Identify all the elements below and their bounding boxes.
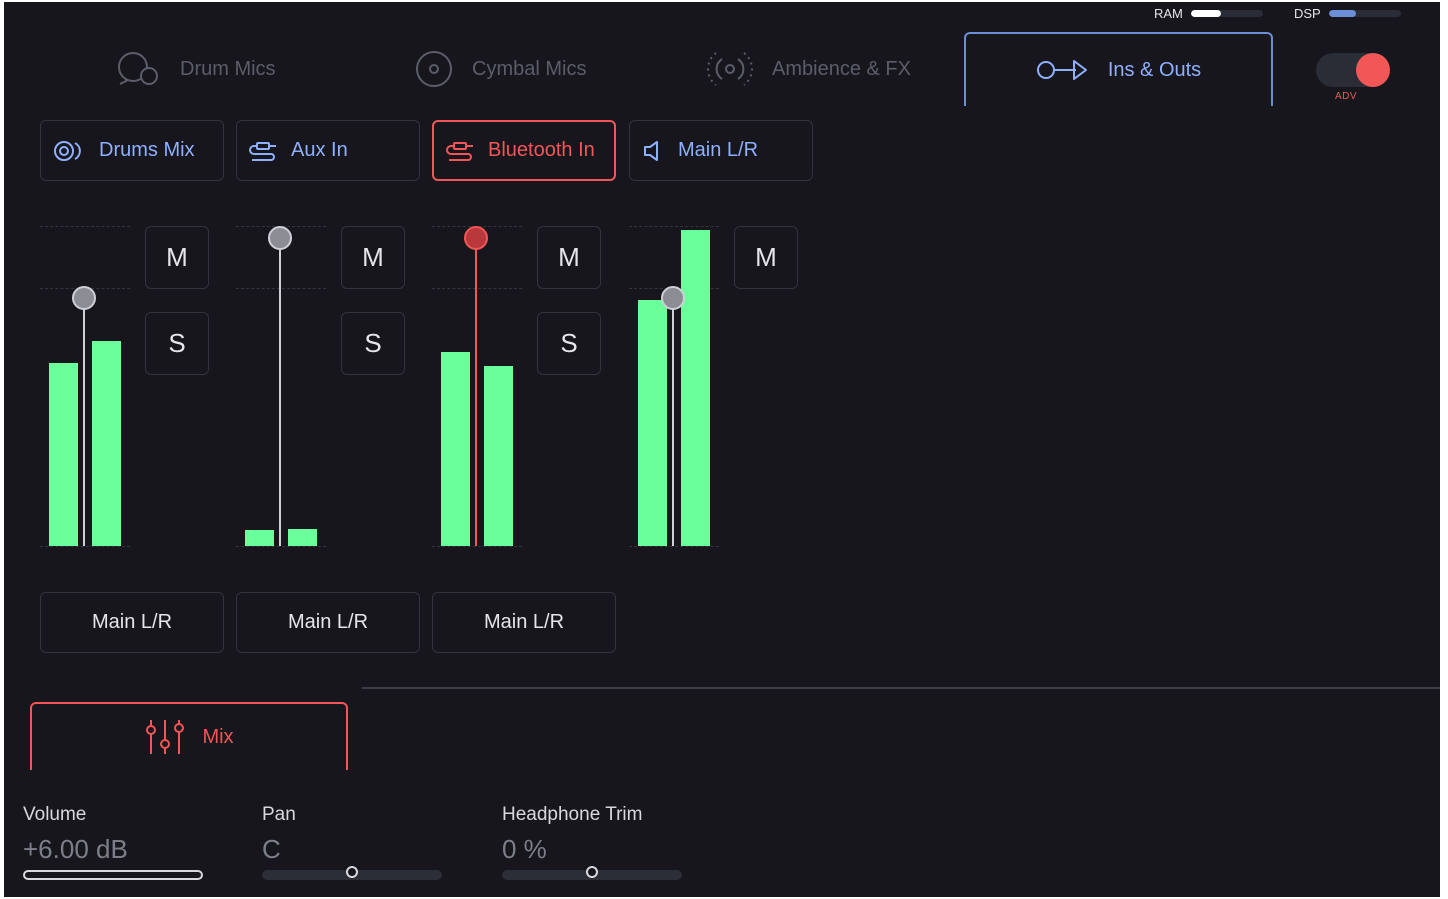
meter-bar-left [49,363,78,546]
meter-gridline [629,226,719,227]
meter-bar-right [92,341,121,546]
headphone-trim-label: Headphone Trim [502,804,643,825]
headphone-trim-value[interactable]: 0 % [502,834,682,865]
tab-mix-label: Mix [202,725,234,748]
tab-cymbal-mics[interactable]: Cymbal Mics [414,32,586,106]
fader-knob[interactable] [464,226,488,250]
mute-button[interactable]: M [537,226,601,289]
meter-gridline [629,546,719,547]
channel-tab-main-lr-label: Main L/R [678,139,759,161]
tab-drum-mics[interactable]: Drum Mics [116,32,276,106]
fader-track [672,298,674,546]
volume-value[interactable]: +6.00 dB [23,834,203,865]
output-button-drums-mix[interactable]: Main L/R [40,592,224,653]
mute-button[interactable]: M [734,226,798,289]
fader-knob[interactable] [268,226,292,250]
pan-slider-knob[interactable] [346,866,358,878]
headphone-trim-control: Headphone Trim 0 % [502,804,682,880]
channel-strip-aux-in: M S [236,222,416,552]
solo-button[interactable]: S [341,312,405,375]
fader-knob[interactable] [72,286,96,310]
dsp-fill [1328,10,1357,17]
ins-outs-icon [1036,60,1087,80]
headphone-trim-slider-knob[interactable] [586,866,598,878]
meter-bar-left [638,300,667,546]
meter-gridline [40,546,130,547]
mixer-icon [146,720,185,754]
tab-ins-outs[interactable]: Ins & Outs [964,32,1273,106]
tab-ambience-fx[interactable]: Ambience & FX [706,32,911,106]
volume-slider[interactable] [23,870,203,880]
ram-track [1190,10,1263,17]
fader-track [475,238,477,546]
mute-button[interactable]: M [145,226,209,289]
meter-bar-right [288,529,317,546]
solo-button[interactable]: S [145,312,209,375]
meter-gridline [40,226,130,227]
channel-tab-drums-mix-label: Drums Mix [99,139,195,161]
adv-label: ADV [1335,91,1358,102]
channel-tab-aux-in-label: Aux In [291,139,348,161]
meter-bar-left [441,352,470,546]
meter-bar-right [484,366,513,546]
solo-button[interactable]: S [537,312,601,375]
meter-bar-right [681,230,710,546]
section-divider [362,687,1440,689]
output-button-bluetooth-in[interactable]: Main L/R [432,592,616,653]
ram-label: RAM [1154,6,1183,21]
drums-mix-icon [54,140,81,161]
meter-gridline [432,288,522,289]
fader-knob[interactable] [661,286,685,310]
output-button-aux-in[interactable]: Main L/R [236,592,420,653]
channel-tab-drums-mix[interactable]: Drums Mix [40,120,224,181]
pan-value[interactable]: C [262,834,442,865]
mute-button[interactable]: M [341,226,405,289]
dsp-label: DSP [1294,6,1321,21]
channel-strip-drums-mix: M S [40,222,220,552]
pan-label: Pan [262,804,296,825]
tab-ambience-fx-label: Ambience & FX [772,57,911,80]
channel-tab-main-lr[interactable]: Main L/R [629,120,813,181]
channel-strip-bluetooth-in: M S [432,222,612,552]
plugin-window: RAM DSP Drum Mics Cymbal Mics Ambience &… [4,2,1440,897]
cable-icon [249,141,276,161]
ram-meter: RAM [1154,6,1263,21]
pan-slider[interactable] [262,866,442,880]
headphone-trim-slider[interactable] [502,866,682,880]
meter-gridline [432,546,522,547]
channel-tab-bluetooth-in-label: Bluetooth In [488,139,595,161]
cymbal-icon [416,51,452,87]
tab-cymbal-mics-label: Cymbal Mics [472,57,587,80]
channel-strip-main-lr: M [629,222,809,552]
cable-icon [446,141,473,161]
ram-fill [1190,10,1222,17]
volume-control: Volume +6.00 dB [23,804,203,880]
tab-ins-outs-label: Ins & Outs [1107,58,1202,81]
adv-toggle-knob [1356,53,1390,87]
tab-mix[interactable]: Mix [30,702,348,770]
speaker-icon [644,140,658,161]
fader-track [279,238,281,546]
tab-drum-mics-label: Drum Mics [180,57,276,80]
fader-track [83,298,85,546]
channel-tab-aux-in[interactable]: Aux In [236,120,420,181]
meter-gridline [236,546,326,547]
dsp-track [1328,10,1401,17]
pan-control: Pan C [262,804,442,880]
ambience-icon [707,52,753,86]
dsp-meter: DSP [1294,6,1401,21]
volume-label: Volume [23,804,87,825]
adv-toggle[interactable] [1316,53,1390,87]
meter-gridline [236,288,326,289]
meter-bar-left [245,530,274,546]
drum-mic-icon [118,52,158,85]
channel-tab-bluetooth-in[interactable]: Bluetooth In [432,120,616,181]
